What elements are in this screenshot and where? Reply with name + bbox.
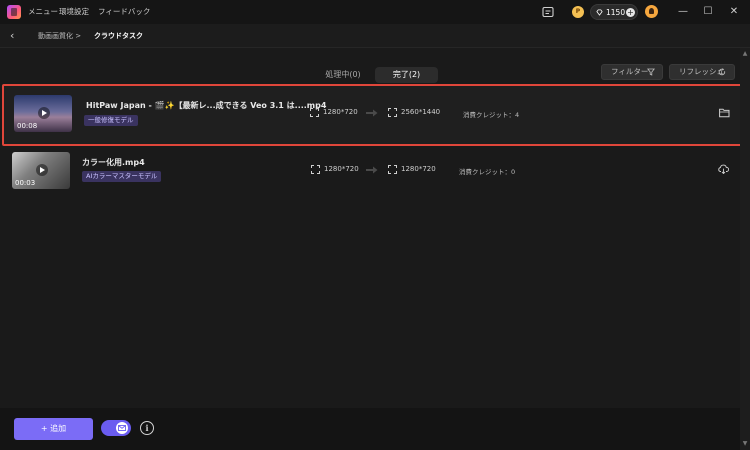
filter-button[interactable]: フィルター [601,64,663,80]
task-row[interactable]: 00:08 HitPaw Japan - 🎬✨【最新レ...成できる Veo 3… [2,84,747,146]
points-coin-icon[interactable]: P [572,6,584,18]
info-icon[interactable]: i [140,421,154,435]
breadcrumb-parent[interactable]: 動画画質化 > [38,31,81,41]
mail-icon [118,425,126,431]
play-icon[interactable] [38,107,50,119]
video-duration: 00:08 [17,122,38,130]
task-row[interactable]: 00:03 カラー化用.mp4 AIカラーマスターモデル 1280*720 12… [2,148,747,190]
arrow-right-icon [366,109,378,117]
tab-completed[interactable]: 完了(2) [375,67,438,83]
file-name: HitPaw Japan - 🎬✨【最新レ...成できる Veo 3.1 は..… [86,101,327,110]
credits-balance[interactable]: 1150 + [590,4,638,20]
video-thumbnail[interactable]: 00:08 [14,95,72,132]
credits-count: 1150 [606,8,626,17]
maximize-button[interactable]: ☐ [700,4,716,20]
folder-icon[interactable] [719,108,730,118]
refresh-button[interactable]: リフレッシュ [669,64,735,80]
add-button[interactable]: + 追加 [14,418,93,440]
toggle-knob [116,422,128,434]
output-resolution: 1280*720 [401,165,436,173]
credit-cost: 消費クレジット：0 [459,168,516,176]
video-duration: 00:03 [15,179,36,187]
model-badge: AIカラーマスターモデル [82,171,162,182]
breadcrumb: ‹ 動画画質化 > クラウドタスク [0,24,750,48]
scroll-up-icon[interactable]: ▲ [741,50,749,58]
filter-label: フィルター [611,67,649,76]
funnel-icon [647,68,655,76]
model-badge: 一般修復モデル [84,115,138,126]
user-avatar[interactable] [645,5,658,18]
refresh-icon [718,68,726,76]
email-notification-toggle[interactable] [101,420,131,436]
tab-processing[interactable]: 処理中(0) [318,67,368,83]
menu-item-feedback[interactable]: フィードバック [98,6,150,17]
diamond-icon [596,9,603,16]
arrow-right-icon [366,166,378,174]
resolution-icon [311,165,320,174]
input-resolution: 1280*720 [324,165,359,173]
scroll-down-icon[interactable]: ▼ [741,440,749,448]
add-credits-button[interactable]: + [626,8,635,17]
breadcrumb-current: クラウドタスク [94,32,143,40]
app-logo [7,5,21,19]
minimize-button[interactable]: — [675,4,691,20]
resolution-icon [388,165,397,174]
output-resolution: 2560*1440 [401,108,441,116]
resolution-icon [310,108,319,117]
bottom-bar: + 追加 i [0,408,740,450]
close-button[interactable]: ✕ [726,4,742,20]
menu-item-menu[interactable]: メニュー [28,6,58,17]
video-thumbnail[interactable]: 00:03 [12,152,70,189]
scrollbar[interactable]: ▲ ▼ [740,48,750,450]
menu-item-preferences[interactable]: 環境設定 [59,6,89,17]
file-name: カラー化用.mp4 [82,158,145,167]
resolution-icon [388,108,397,117]
play-icon[interactable] [36,164,48,176]
cloud-download-icon[interactable] [718,164,729,174]
input-resolution: 1280*720 [323,108,358,116]
back-chevron-icon[interactable]: ‹ [10,29,20,43]
credit-cost: 消費クレジット：4 [463,111,520,119]
title-bar: メニュー 環境設定 フィードバック P 1150 + — ☐ ✕ [0,0,750,24]
message-icon[interactable] [541,5,555,19]
